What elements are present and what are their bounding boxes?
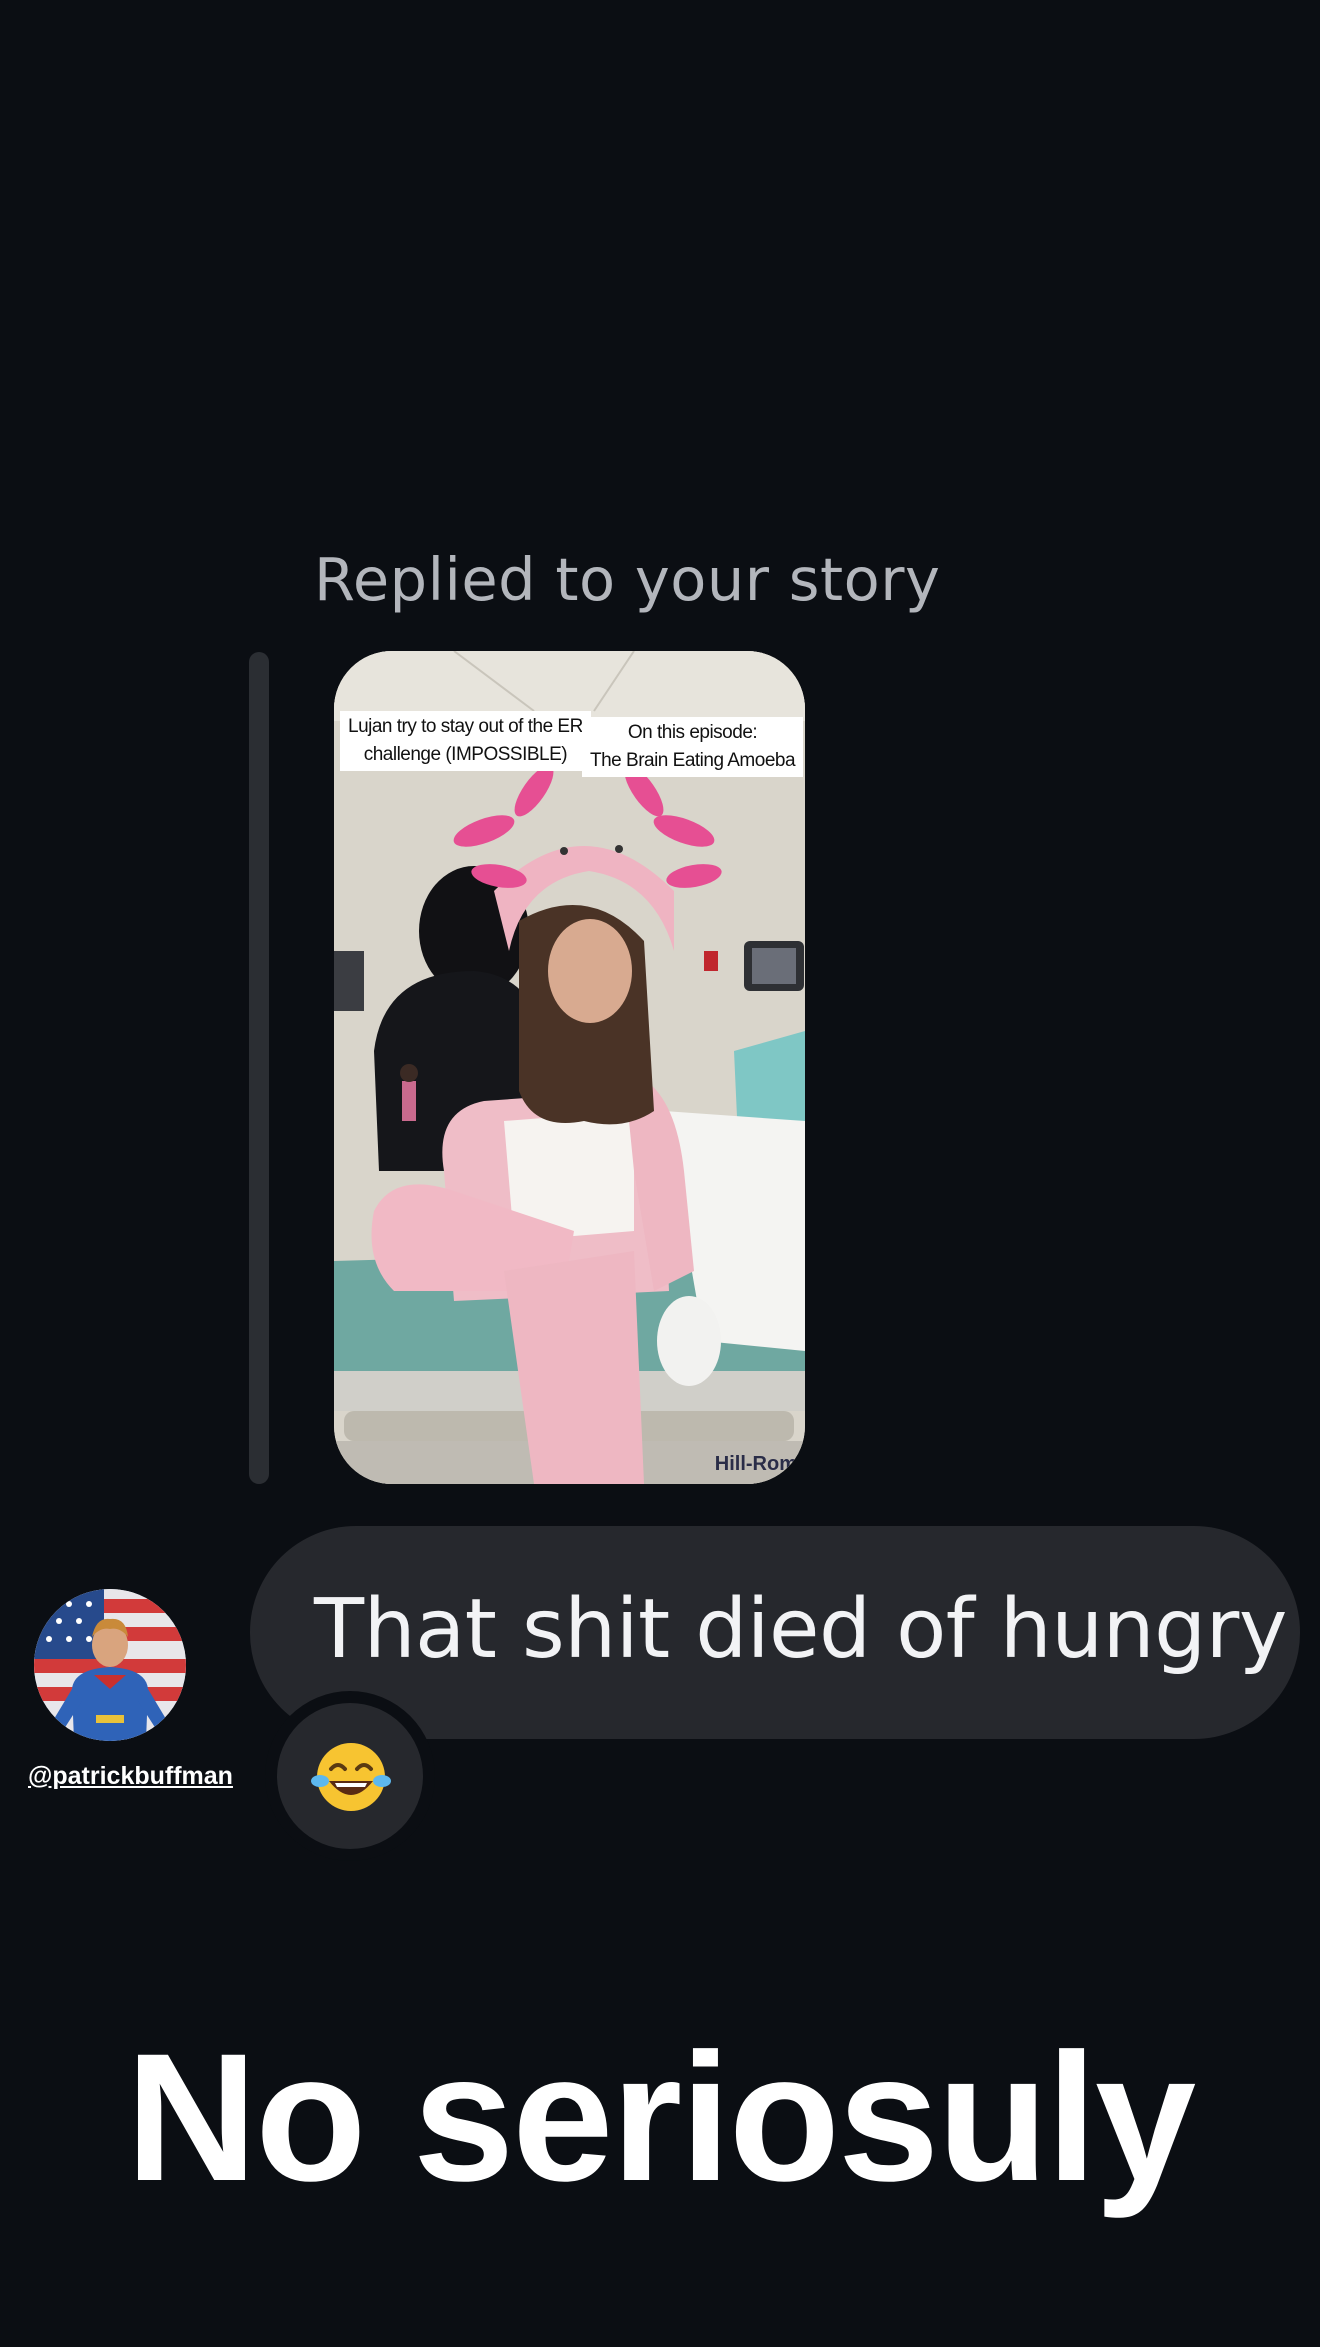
reaction-badge[interactable]	[277, 1703, 423, 1849]
story-caption-left: Lujan try to stay out of the ER challeng…	[340, 711, 591, 771]
message-text: That shit died of hungry	[314, 1582, 1287, 1677]
overlay-caption: No seriosuly	[125, 2015, 1196, 2219]
story-thumbnail[interactable]: Lujan try to stay out of the ER challeng…	[334, 651, 805, 1484]
story-caption-right: On this episode: The Brain Eating Amoeba	[582, 717, 804, 777]
laughing-crying-emoji-icon	[311, 1743, 391, 1811]
message-bubble[interactable]: That shit died of hungry	[250, 1526, 1300, 1739]
reaction-container[interactable]	[265, 1691, 435, 1861]
sender-handle-link[interactable]: @patrickbuffman	[28, 1762, 233, 1791]
reply-quote-bar	[249, 652, 269, 1484]
superhero-avatar-icon	[34, 1589, 186, 1741]
replied-to-story-label: Replied to your story	[314, 545, 941, 614]
sender-avatar[interactable]	[34, 1589, 186, 1741]
story-watermark: Hill-Rom	[714, 1453, 797, 1475]
